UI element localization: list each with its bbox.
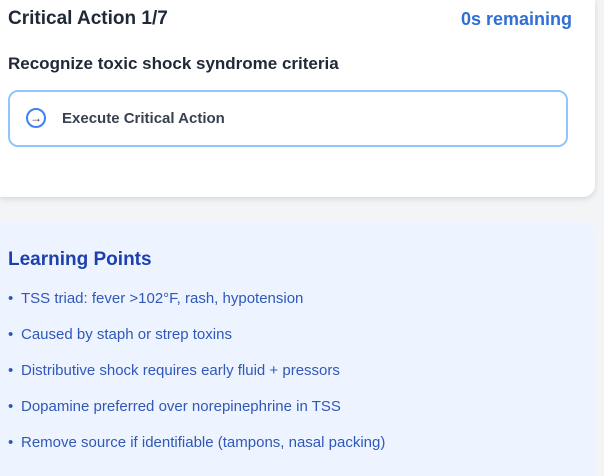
bullet: • xyxy=(8,434,14,451)
list-item: • Dopamine preferred over norepinephrine… xyxy=(8,398,385,434)
bullet: • xyxy=(8,398,14,415)
list-item: • Remove source if identifiable (tampons… xyxy=(8,434,385,470)
learning-points-panel: Learning Points • TSS triad: fever >102°… xyxy=(0,222,595,476)
list-item: • TSS triad: fever >102°F, rash, hypoten… xyxy=(8,290,385,326)
learning-points-list: • TSS triad: fever >102°F, rash, hypoten… xyxy=(8,290,385,470)
bullet: • xyxy=(8,290,14,307)
learning-point-text: Caused by staph or strep toxins xyxy=(21,326,232,343)
learning-points-title: Learning Points xyxy=(8,249,152,270)
execute-critical-action-label: Execute Critical Action xyxy=(62,110,225,127)
action-description: Recognize toxic shock syndrome criteria xyxy=(8,54,339,73)
arrow-right-icon: → xyxy=(26,108,46,128)
list-item: • Caused by staph or strep toxins xyxy=(8,326,385,362)
list-item: • Distributive shock requires early flui… xyxy=(8,362,385,398)
learning-point-text: Remove source if identifiable (tampons, … xyxy=(21,434,386,451)
execute-critical-action-button[interactable]: → Execute Critical Action xyxy=(8,90,568,147)
critical-action-card: Critical Action 1/7 0s remaining Recogni… xyxy=(0,0,595,197)
time-remaining: 0s remaining xyxy=(460,9,572,29)
learning-point-text: TSS triad: fever >102°F, rash, hypotensi… xyxy=(21,290,304,307)
bullet: • xyxy=(8,326,14,343)
bullet: • xyxy=(8,362,14,379)
critical-action-title: Critical Action 1/7 xyxy=(8,8,168,29)
learning-point-text: Distributive shock requires early fluid … xyxy=(21,362,340,379)
learning-point-text: Dopamine preferred over norepinephrine i… xyxy=(21,398,341,415)
